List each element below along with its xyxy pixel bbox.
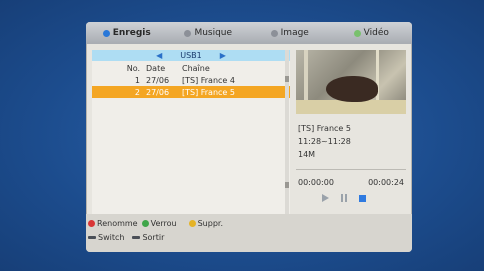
header-no: No. [126, 63, 140, 73]
info-channel: [TS] France 5 [298, 124, 351, 133]
image-icon [270, 29, 278, 37]
scroll-up-marker [285, 76, 289, 82]
switch-key-icon [88, 235, 96, 239]
item-no: 1 [134, 75, 140, 85]
red-key-icon [88, 219, 95, 227]
item-channel: [TS] France 4 [182, 75, 235, 85]
item-date: 27/06 [146, 75, 170, 85]
legend-delete: Suppr. [188, 218, 223, 228]
item-no: 2 [134, 87, 140, 97]
tab-video[interactable]: Vidéo [331, 22, 413, 44]
elapsed-time: 00:00:00 [298, 178, 334, 187]
header-date: Date [146, 63, 166, 73]
item-channel: [TS] France 5 [182, 87, 235, 97]
legend-label: Suppr. [197, 218, 223, 228]
tab-image[interactable]: Image [249, 22, 331, 44]
legend-row-color-keys: Renomme Verrou Suppr. [86, 217, 223, 229]
legend-label: Sortir [142, 232, 165, 242]
exit-key-icon [132, 235, 141, 239]
play-icon[interactable] [322, 194, 329, 202]
arrow-right-icon[interactable]: ▶ [220, 51, 226, 60]
list-scrollbar[interactable] [285, 50, 289, 214]
video-preview [296, 50, 406, 114]
playback-times: 00:00:00 00:00:24 [298, 178, 404, 187]
media-player-panel: Enregis Musique Image Vidéo ◀ USB1 ▶ No.… [86, 22, 412, 252]
key-legend: Renomme Verrou Suppr. Switch Sortir [86, 214, 412, 252]
arrow-left-icon[interactable]: ◀ [156, 51, 162, 60]
legend-label: Renomme [97, 218, 138, 228]
header-channel: Chaîne [182, 63, 210, 73]
legend-switch: Switch [88, 233, 124, 242]
recordings-list: ◀ USB1 ▶ No. Date Chaîne 1 27/06 [TS] Fr… [92, 50, 290, 214]
source-label: USB1 [180, 51, 202, 60]
tab-label: Image [280, 28, 309, 38]
green-key-icon [141, 219, 149, 227]
legend-exit: Sortir [132, 233, 164, 242]
tab-label: Musique [194, 28, 233, 38]
video-icon [353, 29, 361, 37]
list-item-selected[interactable]: 2 27/06 [TS] France 5 [92, 86, 290, 98]
item-date: 27/06 [146, 87, 170, 97]
pause-icon[interactable] [341, 194, 347, 202]
legend-label: Verrou [150, 218, 177, 228]
yellow-key-icon [188, 219, 196, 227]
tab-recordings[interactable]: Enregis [86, 22, 168, 44]
scroll-down-marker [285, 182, 289, 188]
legend-label: Switch [98, 232, 125, 242]
recording-info: [TS] France 5 11:28~11:28 14M [298, 122, 408, 161]
legend-row-nav-keys: Switch Sortir [86, 231, 164, 243]
list-item[interactable]: 1 27/06 [TS] France 4 [92, 74, 290, 86]
source-selector[interactable]: ◀ USB1 ▶ [92, 50, 290, 61]
tab-bar: Enregis Musique Image Vidéo [86, 22, 412, 44]
total-time: 00:00:24 [368, 178, 404, 187]
stop-icon[interactable] [359, 194, 366, 202]
legend-rename: Renomme [88, 219, 138, 228]
info-size: 14M [298, 150, 316, 159]
playback-controls [322, 193, 392, 203]
legend-lock: Verrou [141, 218, 177, 228]
tab-label: Enregis [112, 28, 151, 38]
tab-music[interactable]: Musique [168, 22, 250, 44]
music-icon [184, 29, 192, 37]
info-time-range: 11:28~11:28 [298, 137, 351, 146]
tab-label: Vidéo [363, 28, 389, 38]
divider [296, 169, 406, 170]
record-icon [102, 29, 110, 37]
list-header: No. Date Chaîne [92, 62, 290, 74]
